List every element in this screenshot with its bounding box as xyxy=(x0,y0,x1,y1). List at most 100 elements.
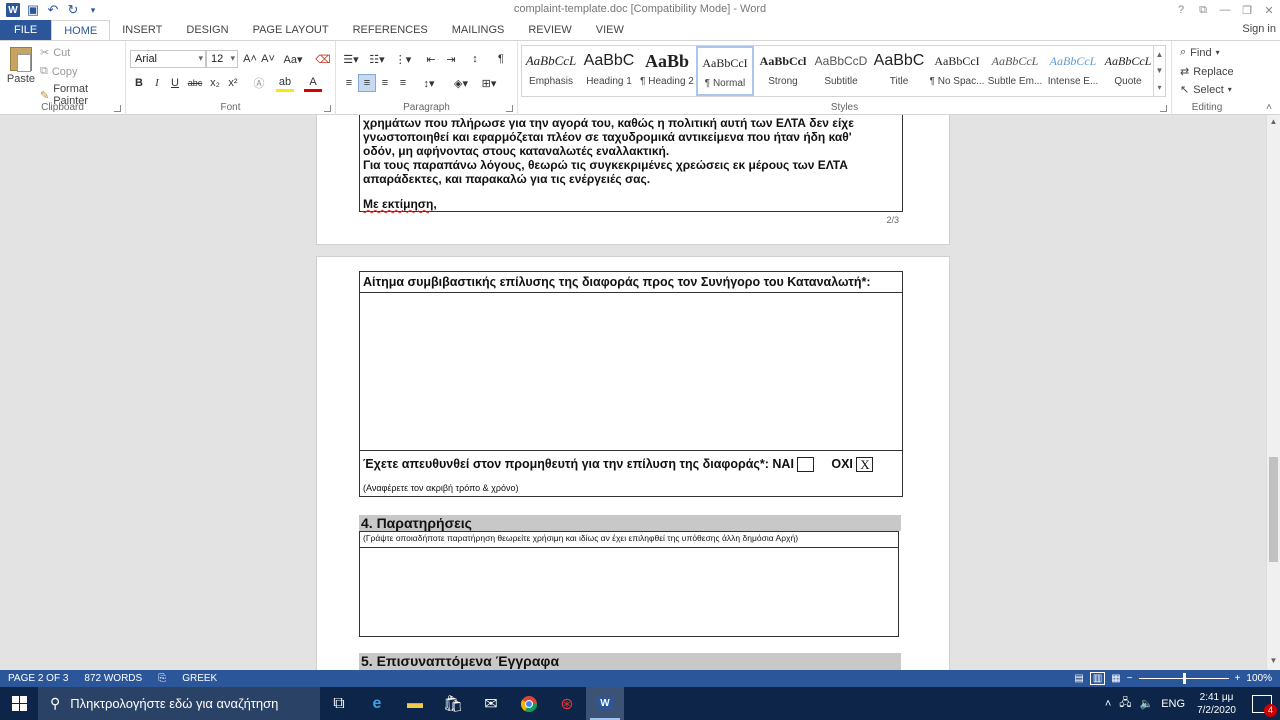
store-icon[interactable]: 🛍 xyxy=(434,687,472,720)
scrollbar-thumb[interactable] xyxy=(1269,457,1278,562)
numbering-icon[interactable]: ☷▾ xyxy=(366,50,388,68)
highlight-icon[interactable]: ab xyxy=(276,74,294,92)
zoom-in-icon[interactable]: + xyxy=(1235,673,1241,684)
tab-design[interactable]: DESIGN xyxy=(174,20,240,40)
copy-button[interactable]: ⧉ Copy xyxy=(40,65,78,78)
find-button[interactable]: ⌕ Find ▾ xyxy=(1180,46,1220,59)
scroll-down-icon[interactable]: ▼ xyxy=(1156,66,1164,75)
document-page[interactable]: χρημάτων που πλήρωσε για την αγορά του, … xyxy=(316,115,950,245)
network-icon[interactable]: 🖧 xyxy=(1115,694,1135,713)
shrink-font-icon[interactable]: A˅ xyxy=(259,50,277,68)
cut-button[interactable]: ✂ Cut xyxy=(40,46,70,60)
style-subtitle[interactable]: AaBbCcD Subtitle xyxy=(812,46,870,96)
save-icon[interactable]: ▣ xyxy=(26,2,40,17)
tab-mailings[interactable]: MAILINGS xyxy=(440,20,517,40)
style-no-spacing[interactable]: AaBbCcI ¶ No Spac... xyxy=(928,46,986,96)
task-view-icon[interactable]: ⧉ xyxy=(320,687,358,720)
bold-icon[interactable]: B xyxy=(130,74,148,92)
restore-icon[interactable]: ❐ xyxy=(1236,0,1258,20)
clear-formatting-icon[interactable]: ⌫ xyxy=(314,50,332,68)
paragraph-launcher-icon[interactable] xyxy=(506,105,513,112)
language-indicator[interactable]: GREEK xyxy=(174,673,225,684)
taskbar-search[interactable]: ⚲ Πληκτρολογήστε εδώ για αναζήτηση xyxy=(38,687,320,720)
style-quote[interactable]: AaBbCcL Quote xyxy=(1102,46,1154,96)
observations-input-cell[interactable] xyxy=(361,548,897,636)
tab-view[interactable]: VIEW xyxy=(584,20,636,40)
scroll-up-icon[interactable]: ▲ xyxy=(1156,50,1164,59)
justify-icon[interactable]: ≡ xyxy=(394,74,412,92)
scroll-down-icon[interactable]: ▼ xyxy=(1267,656,1280,668)
italic-icon[interactable]: I xyxy=(148,74,166,92)
borders-icon[interactable]: ⊞▾ xyxy=(478,74,500,92)
minimize-icon[interactable]: — xyxy=(1214,0,1236,20)
close-icon[interactable]: ✕ xyxy=(1258,0,1280,20)
clock[interactable]: 2:41 μμ 7/2/2020 xyxy=(1189,691,1244,717)
align-right-icon[interactable]: ≡ xyxy=(376,74,394,92)
increase-indent-icon[interactable]: ⇥ xyxy=(442,50,460,68)
edge-icon[interactable]: e xyxy=(358,687,396,720)
tab-page-layout[interactable]: PAGE LAYOUT xyxy=(241,20,341,40)
clipboard-launcher-icon[interactable] xyxy=(114,105,121,112)
web-layout-icon[interactable]: ▦ xyxy=(1111,673,1120,684)
font-launcher-icon[interactable] xyxy=(324,105,331,112)
zoom-out-icon[interactable]: − xyxy=(1127,673,1133,684)
align-center-icon[interactable]: ≡ xyxy=(358,74,376,92)
style-subtle-emphasis[interactable]: AaBbCcL Subtle Em... xyxy=(986,46,1044,96)
font-name-combo[interactable]: Arial xyxy=(130,50,206,68)
app-icon[interactable]: ⊛ xyxy=(548,687,586,720)
zoom-level[interactable]: 100% xyxy=(1246,673,1272,684)
more-icon[interactable]: ▾ xyxy=(1157,83,1161,92)
no-checkbox[interactable]: X xyxy=(856,457,874,473)
multilevel-list-icon[interactable]: ⋮▾ xyxy=(392,50,414,68)
subscript-icon[interactable]: x₂ xyxy=(206,74,224,92)
show-marks-icon[interactable]: ¶ xyxy=(492,50,510,68)
word-icon[interactable]: W xyxy=(586,687,624,720)
customize-qat-icon[interactable]: ▾ xyxy=(86,3,100,17)
help-icon[interactable]: ? xyxy=(1170,0,1192,20)
document-area[interactable]: χρημάτων που πλήρωσε για την αγορά του, … xyxy=(0,115,1266,670)
tab-insert[interactable]: INSERT xyxy=(110,20,174,40)
decrease-indent-icon[interactable]: ⇤ xyxy=(422,50,440,68)
sort-icon[interactable]: ↕ xyxy=(466,50,484,68)
start-button[interactable] xyxy=(0,687,38,720)
font-size-combo[interactable]: 12 xyxy=(206,50,238,68)
underline-icon[interactable]: U xyxy=(166,74,184,92)
chrome-icon[interactable] xyxy=(510,687,548,720)
line-spacing-icon[interactable]: ↕▾ xyxy=(418,74,440,92)
grow-font-icon[interactable]: A˄ xyxy=(241,50,259,68)
ribbon-display-icon[interactable]: ⧉ xyxy=(1192,0,1214,20)
undo-icon[interactable]: ↶ xyxy=(46,2,60,17)
style-title[interactable]: AaBbC Title xyxy=(870,46,928,96)
word-count[interactable]: 872 WORDS xyxy=(76,673,150,684)
style-normal[interactable]: AaBbCcI ¶ Normal xyxy=(696,46,754,96)
tab-home[interactable]: HOME xyxy=(51,20,111,41)
read-mode-icon[interactable]: ▤ xyxy=(1074,673,1083,684)
zoom-slider[interactable] xyxy=(1138,673,1229,684)
replace-button[interactable]: ⇄ Replace xyxy=(1180,65,1234,79)
tab-review[interactable]: REVIEW xyxy=(516,20,583,40)
strikethrough-icon[interactable]: abc xyxy=(186,74,204,92)
file-explorer-icon[interactable]: ▬ xyxy=(396,687,434,720)
document-page[interactable]: Αίτημα συμβιβαστικής επίλυσης της διαφορ… xyxy=(316,256,950,670)
mail-icon[interactable]: ✉ xyxy=(472,687,510,720)
tab-references[interactable]: REFERENCES xyxy=(341,20,440,40)
change-case-icon[interactable]: Aa▾ xyxy=(281,50,305,68)
bullets-icon[interactable]: ☰▾ xyxy=(340,50,362,68)
superscript-icon[interactable]: x² xyxy=(224,74,242,92)
scroll-up-icon[interactable]: ▲ xyxy=(1267,117,1280,129)
align-left-icon[interactable]: ≡ xyxy=(340,74,358,92)
yes-checkbox[interactable] xyxy=(797,457,815,473)
redo-icon[interactable]: ↻ xyxy=(66,2,80,17)
vertical-scrollbar[interactable]: ▲ ▼ xyxy=(1266,115,1280,670)
styles-scroll[interactable]: ▲ ▼ ▾ xyxy=(1153,46,1165,96)
style-emphasis[interactable]: AaBbCcL Emphasis xyxy=(522,46,580,96)
print-layout-icon[interactable]: ▥ xyxy=(1089,672,1106,685)
select-button[interactable]: ↖ Select ▾ xyxy=(1180,83,1232,97)
paste-button[interactable]: Paste xyxy=(6,47,36,85)
notification-center-icon[interactable]: 4 xyxy=(1252,694,1277,717)
style-heading-1[interactable]: AaBbC Heading 1 xyxy=(580,46,638,96)
style-strong[interactable]: AaBbCcl Strong xyxy=(754,46,812,96)
style-intense-emphasis[interactable]: AaBbCcL Intense E... xyxy=(1044,46,1102,96)
volume-icon[interactable]: 🔈 xyxy=(1136,697,1158,710)
tab-file[interactable]: FILE xyxy=(0,20,52,40)
